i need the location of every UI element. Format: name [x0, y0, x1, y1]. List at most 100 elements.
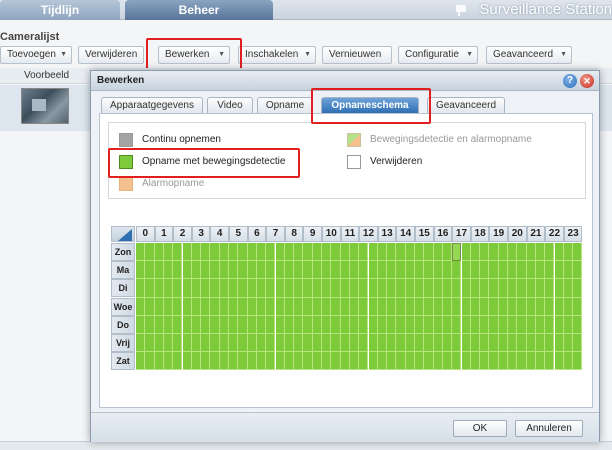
schedule-cell[interactable]	[396, 352, 406, 371]
schedule-cell[interactable]	[442, 297, 453, 316]
schedule-cell[interactable]	[433, 279, 443, 298]
schedule-cell[interactable]	[442, 352, 453, 371]
schedule-cell[interactable]	[294, 279, 304, 298]
schedule-cell[interactable]	[405, 243, 415, 262]
schedule-cell[interactable]	[415, 352, 425, 371]
schedule-cell[interactable]	[545, 352, 555, 371]
schedule-cell[interactable]	[303, 243, 313, 262]
schedule-cell[interactable]	[517, 297, 527, 316]
schedule-cell[interactable]	[498, 352, 508, 371]
schedule-cell[interactable]	[219, 243, 229, 262]
schedule-cell[interactable]	[340, 243, 350, 262]
help-icon[interactable]: ?	[563, 74, 577, 88]
schedule-cell[interactable]	[247, 315, 257, 334]
schedule-cell[interactable]	[480, 334, 490, 353]
schedule-cell[interactable]	[535, 352, 546, 371]
schedule-cell[interactable]	[526, 243, 536, 262]
schedule-cell[interactable]	[136, 243, 146, 262]
schedule-cell[interactable]	[498, 297, 508, 316]
schedule-cell[interactable]	[517, 279, 527, 298]
schedule-cell[interactable]	[554, 334, 564, 353]
schedule-cell[interactable]	[387, 315, 397, 334]
schedule-cell[interactable]	[136, 315, 146, 334]
schedule-cell[interactable]	[191, 352, 202, 371]
schedule-cell[interactable]	[238, 334, 248, 353]
schedule-cell[interactable]	[368, 297, 378, 316]
grid-corner[interactable]	[111, 226, 135, 242]
schedule-cell[interactable]	[331, 352, 341, 371]
schedule-cell[interactable]	[294, 243, 304, 262]
schedule-cell[interactable]	[545, 279, 555, 298]
schedule-cell[interactable]	[424, 261, 434, 280]
schedule-cell[interactable]	[498, 279, 508, 298]
schedule-cell[interactable]	[573, 261, 583, 280]
schedule-cell[interactable]	[517, 315, 527, 334]
schedule-cell[interactable]	[387, 261, 397, 280]
schedule-cell[interactable]	[461, 315, 471, 334]
schedule-cell[interactable]	[229, 334, 239, 353]
schedule-cell[interactable]	[201, 352, 211, 371]
refresh-button[interactable]: Vernieuwen	[322, 46, 392, 64]
hour-header[interactable]: 11	[340, 226, 360, 242]
hour-header[interactable]: 14	[396, 226, 415, 242]
schedule-cell[interactable]	[173, 297, 183, 316]
hour-header[interactable]: 23	[563, 226, 583, 242]
schedule-cell[interactable]	[498, 334, 508, 353]
schedule-cell[interactable]	[210, 261, 220, 280]
schedule-cell[interactable]	[563, 261, 574, 280]
schedule-cell[interactable]	[377, 279, 388, 298]
tab-management[interactable]: Beheer	[125, 0, 273, 20]
schedule-cell[interactable]	[266, 334, 276, 353]
schedule-cell[interactable]	[461, 279, 471, 298]
schedule-cell[interactable]	[368, 243, 378, 262]
add-button[interactable]: Toevoegen ▼	[0, 46, 72, 64]
schedule-cell[interactable]	[163, 279, 174, 298]
schedule-cell[interactable]	[247, 243, 257, 262]
schedule-cell[interactable]	[433, 261, 443, 280]
schedule-cell[interactable]	[145, 261, 155, 280]
schedule-cell[interactable]	[349, 243, 360, 262]
schedule-cell[interactable]	[266, 243, 276, 262]
schedule-cell[interactable]	[349, 352, 360, 371]
schedule-cell[interactable]	[154, 279, 164, 298]
schedule-cell[interactable]	[201, 279, 211, 298]
schedule-cell[interactable]	[229, 261, 239, 280]
schedule-cell[interactable]	[284, 334, 295, 353]
schedule-cell[interactable]	[508, 315, 518, 334]
schedule-cell[interactable]	[275, 352, 285, 371]
schedule-cell[interactable]	[145, 315, 155, 334]
hour-header[interactable]: 10	[322, 226, 341, 242]
schedule-cell[interactable]	[470, 315, 481, 334]
schedule-cell[interactable]	[480, 261, 490, 280]
schedule-cell[interactable]	[247, 279, 257, 298]
schedule-cell[interactable]	[480, 297, 490, 316]
schedule-cell[interactable]	[508, 297, 518, 316]
schedule-cell[interactable]	[480, 352, 490, 371]
schedule-cell[interactable]	[349, 334, 360, 353]
schedule-cell[interactable]	[349, 297, 360, 316]
schedule-cell[interactable]	[284, 279, 295, 298]
schedule-cell[interactable]	[489, 334, 499, 353]
schedule-cell[interactable]	[489, 243, 499, 262]
schedule-cell[interactable]	[322, 315, 332, 334]
schedule-cell[interactable]	[322, 279, 332, 298]
schedule-cell[interactable]	[368, 352, 378, 371]
schedule-cell[interactable]	[312, 352, 322, 371]
schedule-cell[interactable]	[377, 243, 388, 262]
schedule-cell[interactable]	[340, 297, 350, 316]
schedule-cell[interactable]	[145, 279, 155, 298]
schedule-cell[interactable]	[340, 352, 350, 371]
schedule-cell[interactable]	[387, 243, 397, 262]
schedule-cell[interactable]	[303, 334, 313, 353]
schedule-cell[interactable]	[387, 352, 397, 371]
schedule-cell[interactable]	[470, 243, 481, 262]
schedule-cell[interactable]	[331, 334, 341, 353]
schedule-cell[interactable]	[284, 297, 295, 316]
schedule-cell[interactable]	[377, 261, 388, 280]
schedule-cell[interactable]	[359, 352, 369, 371]
schedule-cell[interactable]	[145, 297, 155, 316]
hour-header[interactable]: 18	[470, 226, 490, 242]
hour-header[interactable]: 13	[377, 226, 397, 242]
schedule-cell[interactable]	[433, 243, 443, 262]
day-label[interactable]: Zon	[111, 243, 135, 261]
